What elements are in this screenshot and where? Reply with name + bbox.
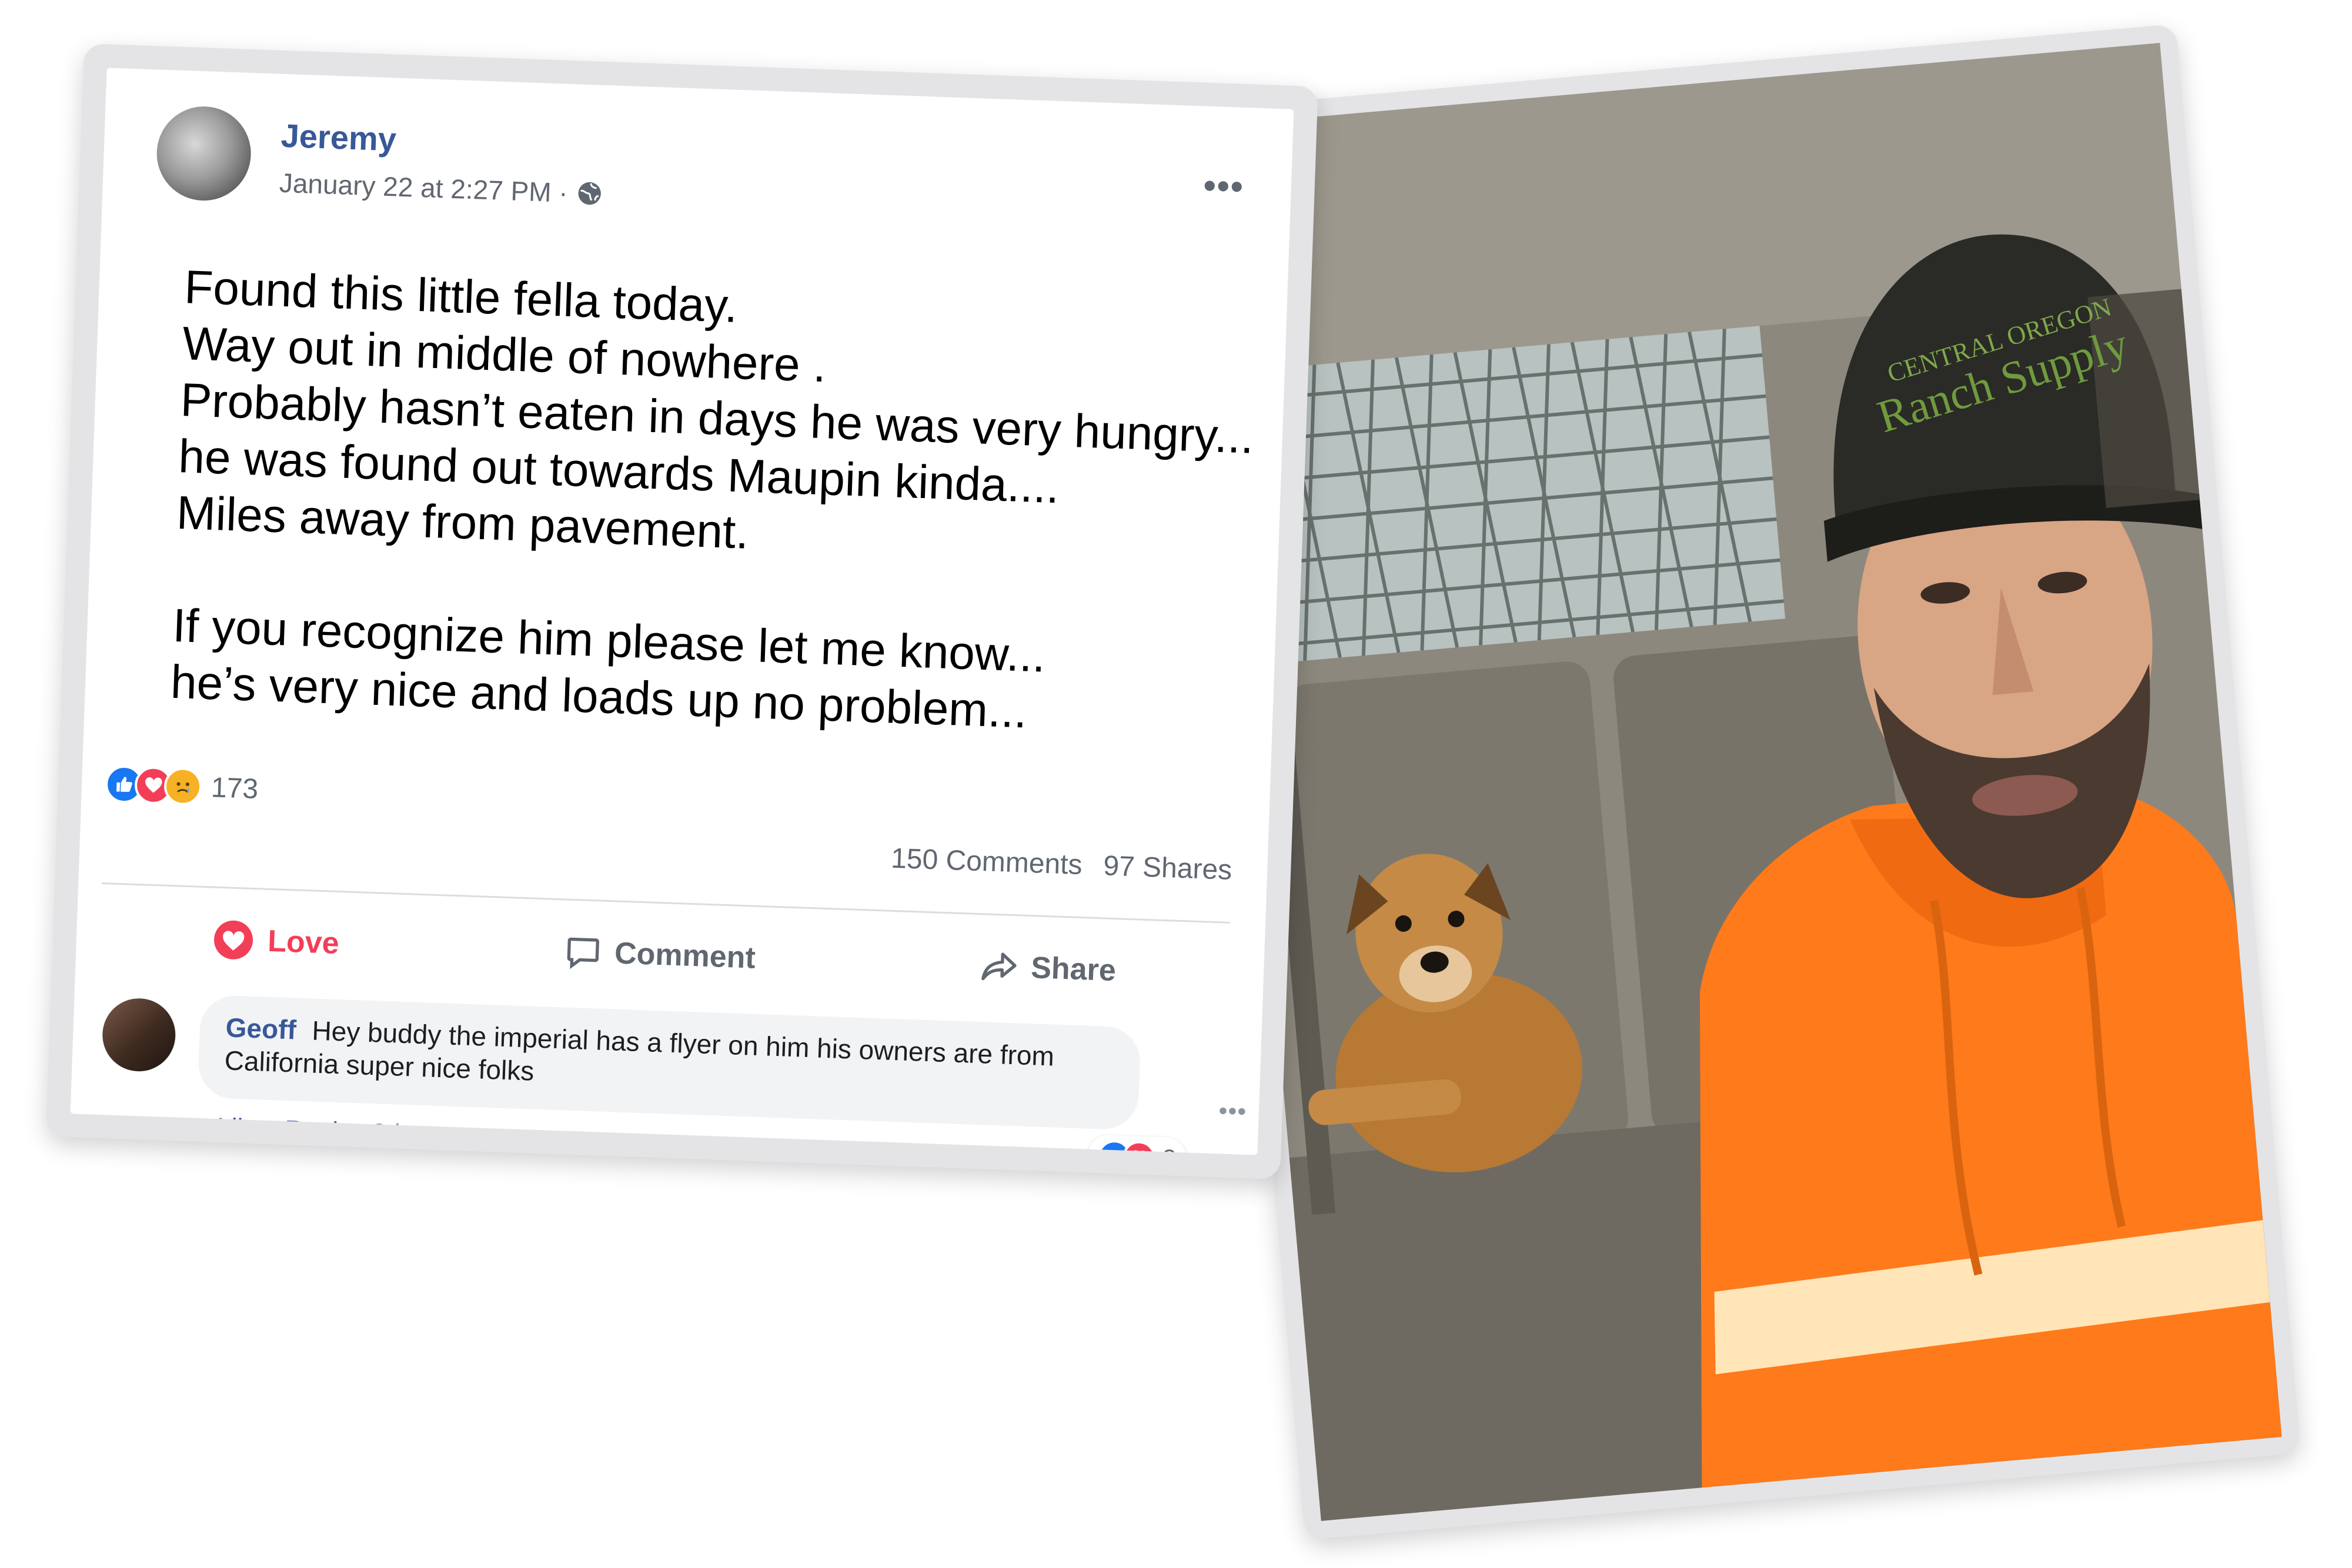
comments-count[interactable]: 150 Comments [890,842,1083,881]
post-timestamp: January 22 at 2:27 PM · [279,167,603,210]
post-text: Found this little fella today. Way out i… [170,259,1294,749]
comment-reaction-count: 3 [1162,1144,1177,1155]
love-label: Love [267,924,340,961]
more-options-icon[interactable]: ••• [1203,166,1245,206]
reaction-count: 173 [211,771,259,805]
share-icon [981,952,1017,981]
comment-more-options-icon[interactable]: ••• [1218,1098,1248,1125]
author-avatar[interactable] [155,105,253,202]
shares-count[interactable]: 97 Shares [1103,850,1233,887]
reaction-summary[interactable]: 173 [105,764,259,808]
separator: · [269,1115,280,1144]
comment-bubble: Geoff Hey buddy the imperial has a flyer… [197,994,1141,1131]
love-reaction-icon [1121,1140,1156,1155]
selfie-illustration: CENTRAL OREGON Ranch Supply [1199,43,2282,1521]
post-action-bar: Love Comment Share [99,903,1230,1007]
share-button[interactable]: Share [980,947,1117,989]
author-name[interactable]: Jeremy [280,116,397,159]
love-icon [214,920,253,959]
commenter-avatar[interactable] [101,997,177,1073]
comment-age[interactable]: 6d [370,1118,400,1149]
facebook-post: Jeremy January 22 at 2:27 PM · ••• Found… [70,68,1294,1155]
globe-icon [578,182,601,205]
comment-button[interactable]: Comment [563,932,756,977]
comment-like-link[interactable]: Like [216,1113,265,1144]
comment-actions: Like · Reply · 6d [216,1113,400,1149]
timestamp-text[interactable]: January 22 at 2:27 PM · [279,167,569,209]
separator: · [356,1118,366,1147]
comment-text: Hey buddy the imperial has a flyer on hi… [223,1015,1055,1086]
post-card: Jeremy January 22 at 2:27 PM · ••• Found… [46,43,1318,1180]
engagement-counts: 150 Comments 97 Shares [890,842,1232,887]
sad-reaction-icon [163,767,203,806]
comment-author[interactable]: Geoff [225,1012,297,1045]
comment-reaction-summary[interactable]: 3 [1086,1134,1188,1155]
comment-label: Comment [614,936,756,975]
photo-card: CENTRAL OREGON Ranch Supply [1180,24,2301,1540]
comment-icon [567,937,599,969]
love-button[interactable]: Love [212,918,340,964]
selfie-photo: CENTRAL OREGON Ranch Supply [1199,43,2282,1521]
comment-reply-link[interactable]: Reply [284,1115,351,1147]
share-label: Share [1030,951,1117,988]
